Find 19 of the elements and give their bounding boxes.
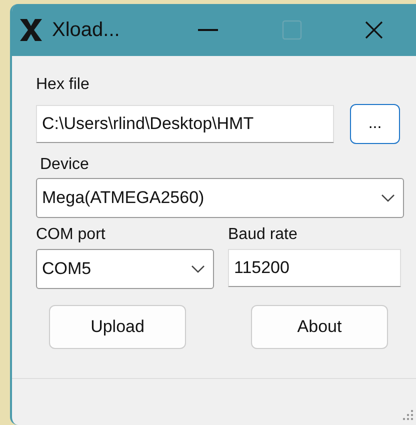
window-title: Xload... <box>52 18 121 42</box>
baud-rate-field[interactable]: 115200 <box>228 249 401 287</box>
com-port-dropdown[interactable]: COM5 <box>36 249 214 289</box>
minimize-icon[interactable] <box>198 29 218 31</box>
browse-button[interactable]: ... <box>350 104 400 144</box>
field-label: COM port <box>36 226 106 244</box>
field-label: Baud rate <box>228 226 298 244</box>
hex-file-field[interactable]: C:\Users\rlind\Desktop\HMT <box>36 105 334 143</box>
device-dropdown[interactable]: Mega(ATMEGA2560) <box>36 178 404 218</box>
chevron-down-icon <box>381 194 395 202</box>
maximize-icon[interactable] <box>282 20 302 40</box>
close-icon[interactable] <box>364 20 384 40</box>
x-logo-icon <box>18 17 44 43</box>
action-button[interactable]: Upload <box>49 305 186 349</box>
chevron-down-icon <box>191 265 205 273</box>
field-label: Hex file <box>36 76 90 94</box>
field-label: Device <box>40 156 90 174</box>
action-button[interactable]: About <box>251 305 388 349</box>
resize-grip-icon <box>402 409 414 421</box>
